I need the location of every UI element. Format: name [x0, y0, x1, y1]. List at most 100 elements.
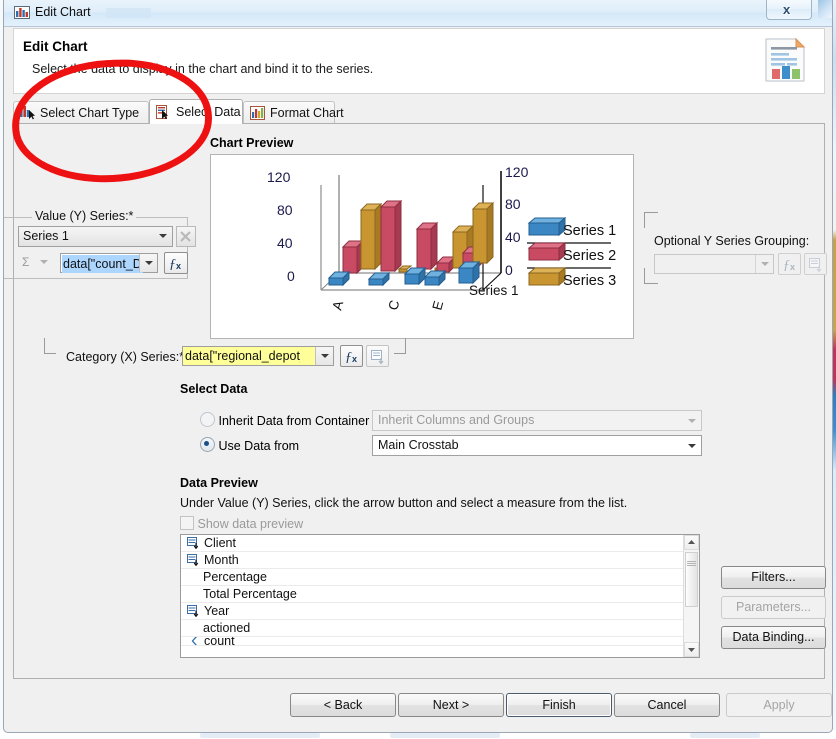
button-label: Cancel	[647, 698, 687, 712]
chevron-down-icon	[688, 648, 695, 652]
report-document-icon	[758, 35, 812, 87]
list-item[interactable]: Year	[181, 603, 699, 620]
aggregate-function-button[interactable]: Σ	[20, 253, 54, 273]
chevron-up-icon	[688, 540, 695, 544]
data-preview-list[interactable]: Client Month Percentage Total Percentage	[180, 534, 700, 658]
list-item[interactable]: actioned	[181, 620, 699, 637]
checkbox-label: Show data preview	[197, 517, 304, 531]
finish-button[interactable]: Finish	[506, 693, 612, 717]
remove-series-button[interactable]	[176, 226, 196, 247]
tab-select-data[interactable]: Select Data	[149, 99, 243, 124]
title-bar-ghost-text	[106, 8, 151, 18]
category-x-expression-editor-button[interactable]: ƒ x	[340, 345, 363, 367]
data-binding-button[interactable]: Data Binding...	[721, 626, 826, 649]
optional-y-grouping-label: Optional Y Series Grouping:	[654, 234, 810, 248]
svg-text:x: x	[352, 354, 357, 364]
series-select-dropdown[interactable]: Series 1	[18, 226, 173, 247]
edit-chart-dialog: Edit Chart x Edit Chart Select the data …	[3, 0, 833, 733]
svg-text:80: 80	[505, 196, 521, 212]
optional-y-grouping-dropdown-arrow[interactable]	[755, 255, 773, 273]
radio-icon[interactable]	[200, 412, 215, 427]
svg-text:ƒ: ƒ	[169, 257, 176, 272]
chevron-down-icon	[321, 354, 329, 358]
tab-format-chart[interactable]: Format Chart	[243, 101, 344, 124]
list-item[interactable]: Total Percentage	[181, 586, 699, 603]
inherit-columns-groups-dropdown[interactable]: Inherit Columns and Groups	[372, 410, 702, 431]
list-item[interactable]: Month	[181, 552, 699, 569]
value-y-series-panel: Value (Y) Series:* Series 1 Σ data["coun…	[4, 209, 196, 279]
optional-y-grouping-list-button[interactable]	[804, 253, 827, 275]
close-button[interactable]: x	[766, 0, 812, 20]
preview-chart-3d-bar: 120 80 40 0 120 80 40 0 Series 1 A C E S…	[267, 164, 616, 312]
scrollbar-grip	[687, 561, 696, 566]
data-preview-scrollbar[interactable]	[683, 535, 699, 657]
category-x-expression-dropdown[interactable]	[315, 347, 333, 365]
button-label: Data Binding...	[732, 630, 815, 644]
optional-y-grouping-expression-button[interactable]: ƒ x	[778, 253, 801, 275]
category-x-list-binding-button[interactable]	[366, 345, 389, 367]
dropdown-arrow[interactable]	[683, 411, 701, 430]
svg-text:x: x	[790, 262, 795, 272]
tab-select-chart-type[interactable]: Select Chart Type	[13, 101, 149, 124]
window-title: Edit Chart	[35, 5, 91, 19]
next-button[interactable]: Next >	[398, 693, 504, 717]
svg-text:0: 0	[287, 268, 295, 284]
radio-use-data-from[interactable]: Use Data from	[200, 437, 299, 453]
filters-button[interactable]: Filters...	[721, 566, 826, 589]
show-data-preview-checkbox[interactable]: Show data preview	[180, 516, 303, 531]
data-preview-hint: Under Value (Y) Series, click the arrow …	[180, 496, 628, 510]
value-y-series-label: Value (Y) Series:*	[32, 209, 137, 223]
chart-type-icon	[20, 106, 35, 120]
tab-label: Select Chart Type	[40, 106, 140, 120]
dialog-footer: < Back Next > Finish Cancel Apply	[4, 679, 832, 732]
svg-text:C: C	[385, 298, 402, 312]
dropdown-arrow[interactable]	[683, 436, 701, 455]
scroll-down-button[interactable]	[684, 642, 699, 657]
apply-button[interactable]: Apply	[726, 693, 832, 717]
svg-text:40: 40	[505, 229, 521, 245]
chevron-down-icon	[688, 419, 696, 423]
chevron-down-icon	[40, 260, 48, 264]
value-y-expression-field[interactable]: data["count_D	[60, 253, 158, 273]
group-field-icon	[187, 554, 200, 567]
list-item-label: count	[204, 637, 235, 646]
category-x-series-row: Category (X) Series:* data["regional_dep…	[44, 338, 406, 368]
svg-text:ƒ: ƒ	[345, 350, 352, 365]
list-item[interactable]: Client	[181, 535, 699, 552]
back-button[interactable]: < Back	[290, 693, 396, 717]
data-preview-title: Data Preview	[180, 476, 258, 490]
optional-y-grouping-dropdown[interactable]	[654, 254, 774, 274]
svg-text:40: 40	[277, 235, 293, 251]
svg-text:120: 120	[267, 169, 291, 185]
tab-label: Format Chart	[270, 106, 344, 120]
dialog-header: Edit Chart Select the data to display in…	[13, 28, 825, 94]
checkbox-icon[interactable]	[180, 516, 194, 530]
button-label: Next >	[432, 698, 470, 712]
data-source-dropdown[interactable]: Main Crosstab	[372, 435, 702, 456]
close-icon: x	[783, 2, 791, 17]
radio-inherit-data-from-container[interactable]: Inherit Data from Container	[200, 412, 369, 428]
list-item-label: Client	[204, 536, 236, 550]
value-y-expression-editor-button[interactable]: ƒ x	[164, 252, 188, 274]
parameters-button[interactable]: Parameters...	[721, 596, 826, 619]
sigma-icon: Σ	[22, 255, 30, 269]
page-subtitle: Select the data to display in the chart …	[32, 62, 374, 76]
cancel-button[interactable]: Cancel	[614, 693, 720, 717]
chevron-down-icon	[761, 262, 769, 266]
svg-text:Series 1: Series 1	[563, 223, 616, 239]
list-binding-icon	[809, 258, 822, 273]
close-x-icon	[180, 231, 191, 242]
value-y-expression-text: data["count_D	[62, 255, 143, 273]
scroll-up-button[interactable]	[684, 535, 699, 550]
tab-strip: Select Chart Type Select Data Format Cha…	[13, 99, 825, 124]
category-x-series-label: Category (X) Series:*	[66, 350, 185, 364]
radio-icon[interactable]	[200, 437, 215, 452]
list-item[interactable]: Percentage	[181, 569, 699, 586]
value-y-expression-dropdown[interactable]	[139, 254, 157, 272]
list-item[interactable]: count	[181, 637, 699, 646]
svg-text:x: x	[176, 261, 181, 271]
chart-preview-panel[interactable]: 120 80 40 0 120 80 40 0 Series 1 A C E S…	[210, 154, 634, 339]
list-item-label: Year	[204, 604, 230, 618]
category-x-expression-field[interactable]: data["regional_depot_code"	[182, 346, 334, 366]
measure-field-icon	[187, 637, 200, 645]
